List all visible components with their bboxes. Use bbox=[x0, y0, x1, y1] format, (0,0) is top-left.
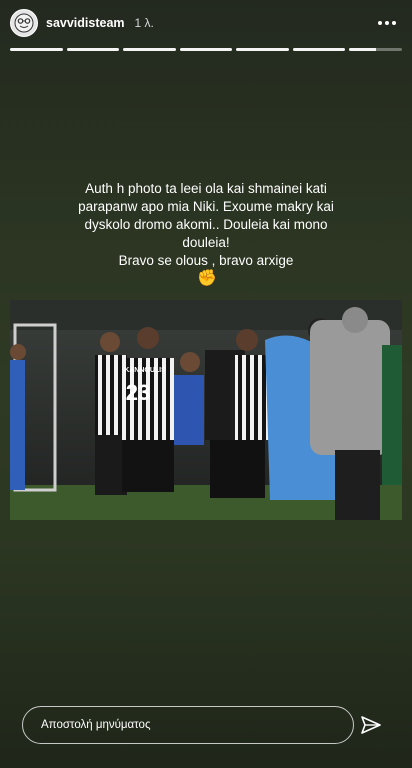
caption-line: Auth h photo ta leei ola kai shmainei ka… bbox=[85, 181, 327, 196]
team-celebration-image: 23 KANNOULIS bbox=[10, 300, 402, 520]
send-icon[interactable] bbox=[360, 714, 382, 736]
story-container: savvidisteam 1 λ. Auth h photo ta leei o… bbox=[0, 0, 412, 768]
story-photo: 23 KANNOULIS bbox=[10, 300, 402, 520]
progress-segment-current bbox=[349, 48, 403, 51]
progress-segment bbox=[179, 48, 233, 51]
avatar[interactable] bbox=[10, 9, 38, 37]
username[interactable]: savvidisteam bbox=[46, 16, 125, 30]
progress-segment bbox=[292, 48, 346, 51]
reply-placeholder: Αποστολή μηνύματος bbox=[41, 719, 151, 731]
paper-plane-icon bbox=[361, 716, 381, 734]
caption-line: Bravo se olous , bravo arxige bbox=[118, 253, 294, 268]
jersey-number: 23 bbox=[126, 380, 150, 405]
story-header: savvidisteam 1 λ. bbox=[10, 8, 402, 38]
story-caption: Auth h photo ta leei ola kai shmainei ka… bbox=[30, 180, 382, 288]
progress-segment bbox=[10, 48, 63, 51]
progress-segment bbox=[123, 48, 176, 51]
jersey-name: KANNOULIS bbox=[124, 367, 166, 374]
more-options-icon[interactable] bbox=[378, 13, 396, 33]
post-time: 1 λ. bbox=[134, 16, 154, 30]
reply-input[interactable]: Αποστολή μηνύματος bbox=[22, 706, 354, 744]
progress-segment bbox=[236, 48, 289, 51]
progress-fill bbox=[349, 48, 376, 51]
profile-logo-icon bbox=[14, 13, 34, 33]
fist-emoji-icon: ✊ bbox=[197, 270, 217, 287]
caption-line: douleia! bbox=[182, 235, 230, 250]
progress-segment bbox=[66, 48, 120, 51]
story-progress-bar bbox=[10, 48, 403, 51]
caption-line: dyskolo dromo akomi.. Douleia kai mono bbox=[84, 217, 328, 232]
caption-line: parapanw apo mia Niki. Exoume makry kai bbox=[78, 199, 334, 214]
